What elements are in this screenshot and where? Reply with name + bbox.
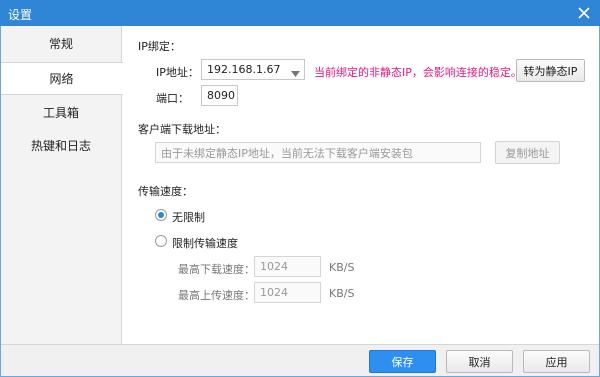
ip-binding-heading: IP绑定：: [138, 40, 181, 53]
copy-address-button[interactable]: 复制地址: [495, 141, 560, 164]
apply-button[interactable]: 应用: [523, 350, 590, 373]
dialog-footer: 保存 取消 应用: [0, 344, 600, 377]
download-url-field[interactable]: 由于未绑定静态IP地址，当前无法下载客户端安装包: [155, 142, 481, 163]
sidebar-item-toolbox[interactable]: 工具箱: [0, 96, 122, 129]
max-download-unit: KB/S: [329, 261, 355, 274]
ip-address-label: IP地址：: [156, 66, 199, 79]
convert-to-static-ip-button[interactable]: 转为静态IP: [516, 59, 585, 82]
max-download-label: 最高下载速度：: [178, 263, 255, 276]
limit-speed-radio[interactable]: [155, 235, 167, 247]
chevron-down-icon: [291, 67, 300, 80]
settings-sidebar: 常规 网络 工具箱 热键和日志: [0, 26, 123, 344]
unlimited-label[interactable]: 无限制: [172, 209, 205, 225]
ip-address-select[interactable]: 192.168.1.67: [201, 59, 305, 80]
unlimited-radio[interactable]: [155, 209, 167, 221]
non-static-ip-warning: 当前绑定的非静态IP，会影响连接的稳定。: [314, 66, 522, 79]
save-button[interactable]: 保存: [369, 350, 436, 373]
sidebar-item-hotkeys-logs[interactable]: 热键和日志: [0, 129, 122, 162]
max-upload-label: 最高上传速度：: [178, 289, 255, 302]
transfer-speed-heading: 传输速度：: [138, 185, 193, 198]
ip-address-value: 192.168.1.67: [207, 63, 281, 76]
max-download-input[interactable]: 1024: [254, 256, 321, 277]
port-input[interactable]: 8090: [201, 85, 238, 106]
sidebar-item-general[interactable]: 常规: [0, 27, 122, 60]
client-download-heading: 客户端下载地址：: [138, 123, 226, 136]
max-upload-input[interactable]: 1024: [254, 282, 321, 303]
window-title: 设置: [8, 8, 33, 22]
sidebar-item-network[interactable]: 网络: [0, 62, 123, 95]
port-label: 端口：: [156, 92, 189, 105]
close-icon[interactable]: [574, 3, 594, 23]
limit-speed-label[interactable]: 限制传输速度: [172, 235, 238, 251]
title-bar: 设置: [0, 0, 600, 26]
cancel-button[interactable]: 取消: [446, 350, 513, 373]
max-upload-unit: KB/S: [329, 287, 355, 300]
network-settings-panel: IP绑定： IP地址： 192.168.1.67 当前绑定的非静态IP，会影响连…: [123, 26, 599, 344]
